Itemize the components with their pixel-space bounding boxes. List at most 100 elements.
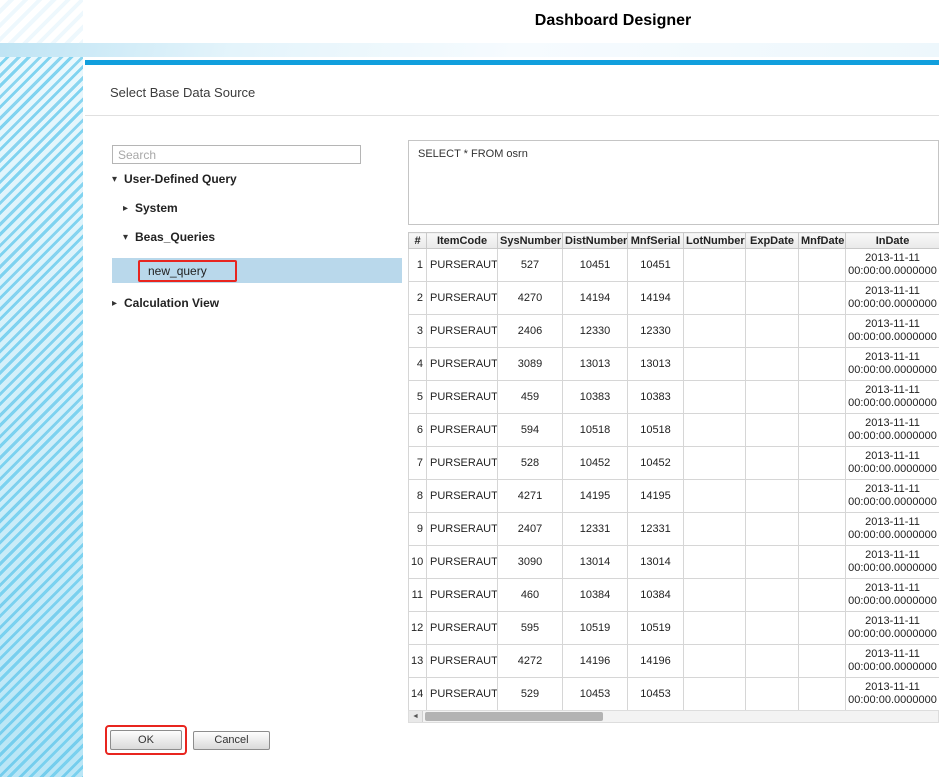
select-data-source-dialog: Select Base Data Source ▾User-Defined Qu… [85, 57, 939, 777]
table-cell [799, 414, 846, 447]
table-row[interactable]: 4PURSERAUTO308913013130132013-11-11 00:0… [409, 348, 939, 381]
table-cell: 13014 [563, 546, 628, 579]
table-cell: PURSERAUTO [427, 414, 498, 447]
table-cell [746, 546, 799, 579]
table-cell [799, 348, 846, 381]
table-cell: 10519 [628, 612, 684, 645]
table-cell: 13013 [628, 348, 684, 381]
table-cell: 10518 [628, 414, 684, 447]
chevron-right-icon[interactable]: ▸ [123, 203, 135, 214]
table-cell: 14195 [628, 480, 684, 513]
table-cell [684, 447, 746, 480]
table-cell: 14 [409, 678, 427, 711]
table-cell: PURSERAUTO [427, 645, 498, 678]
chevron-down-icon[interactable]: ▾ [112, 174, 124, 185]
table-cell [799, 315, 846, 348]
table-cell: 2013-11-11 00:00:00.0000000 [846, 612, 939, 645]
table-row[interactable]: 13PURSERAUTO427214196141962013-11-11 00:… [409, 645, 939, 678]
table-cell: 2407 [498, 513, 563, 546]
table-cell: 529 [498, 678, 563, 711]
table-cell [746, 678, 799, 711]
table-cell: 2013-11-11 00:00:00.0000000 [846, 414, 939, 447]
table-cell: 14196 [563, 645, 628, 678]
table-cell: PURSERAUTO [427, 381, 498, 414]
column-header: ExpDate [746, 233, 799, 249]
table-cell: 4271 [498, 480, 563, 513]
table-cell: 2013-11-11 00:00:00.0000000 [846, 645, 939, 678]
table-row[interactable]: 9PURSERAUTO240712331123312013-11-11 00:0… [409, 513, 939, 546]
tree-item-user-defined-query[interactable]: ▾User-Defined Query [112, 171, 402, 187]
tree-item-calculation-view[interactable]: ▸Calculation View [112, 295, 402, 311]
table-cell: 5 [409, 381, 427, 414]
table-cell: 11 [409, 579, 427, 612]
table-cell: 13014 [628, 546, 684, 579]
tree-item-beas-queries[interactable]: ▾Beas_Queries [112, 229, 402, 245]
table-cell: 10 [409, 546, 427, 579]
table-row[interactable]: 8PURSERAUTO427114195141952013-11-11 00:0… [409, 480, 939, 513]
table-cell: 2013-11-11 00:00:00.0000000 [846, 678, 939, 711]
table-row[interactable]: 12PURSERAUTO59510519105192013-11-11 00:0… [409, 612, 939, 645]
table-cell: 10451 [628, 249, 684, 282]
horizontal-scrollbar[interactable]: ◄ [408, 710, 939, 723]
table-row[interactable]: 11PURSERAUTO46010384103842013-11-11 00:0… [409, 579, 939, 612]
table-cell [684, 249, 746, 282]
table-cell: 3 [409, 315, 427, 348]
table-row[interactable]: 7PURSERAUTO52810452104522013-11-11 00:00… [409, 447, 939, 480]
table-cell [799, 282, 846, 315]
table-cell [684, 579, 746, 612]
scrollbar-left-arrow-icon[interactable]: ◄ [409, 711, 423, 722]
chevron-down-icon[interactable]: ▾ [123, 232, 135, 243]
table-cell [799, 612, 846, 645]
table-cell: 10453 [628, 678, 684, 711]
scrollbar-thumb[interactable] [425, 712, 603, 721]
sql-preview[interactable]: SELECT * FROM osrn [408, 140, 939, 225]
table-cell [684, 381, 746, 414]
table-cell [746, 645, 799, 678]
data-source-tree: ▾User-Defined Query ▸System ▾Beas_Queriesn… [112, 171, 402, 324]
table-cell: 7 [409, 447, 427, 480]
table-cell: 14194 [628, 282, 684, 315]
table-cell: 12331 [563, 513, 628, 546]
table-cell [799, 645, 846, 678]
table-cell: PURSERAUTO [427, 678, 498, 711]
cancel-button[interactable]: Cancel [193, 731, 270, 750]
data-preview-table: #ItemCodeSysNumberDistNumberMnfSerialLot… [408, 232, 939, 711]
table-cell: PURSERAUTO [427, 612, 498, 645]
tree-item-new-query[interactable]: new_query [112, 258, 402, 283]
table-row[interactable]: 10PURSERAUTO309013014130142013-11-11 00:… [409, 546, 939, 579]
table-cell: 12330 [628, 315, 684, 348]
table-cell [799, 678, 846, 711]
table-cell [746, 282, 799, 315]
table-cell: 12330 [563, 315, 628, 348]
table-cell: PURSERAUTO [427, 348, 498, 381]
table-row[interactable]: 1PURSERAUTO52710451104512013-11-11 00:00… [409, 249, 939, 282]
table-cell: 14194 [563, 282, 628, 315]
table-row[interactable]: 5PURSERAUTO45910383103832013-11-11 00:00… [409, 381, 939, 414]
table-cell: 2013-11-11 00:00:00.0000000 [846, 315, 939, 348]
decorative-stripes [0, 57, 83, 777]
table-cell: 10452 [563, 447, 628, 480]
data-preview-table-wrap: #ItemCodeSysNumberDistNumberMnfSerialLot… [408, 232, 939, 711]
table-cell: 10453 [563, 678, 628, 711]
screen: Dashboard Designer Select Base Data Sour… [0, 0, 939, 777]
tree-item-system[interactable]: ▸System [112, 200, 402, 216]
table-cell [746, 249, 799, 282]
column-header: # [409, 233, 427, 249]
table-cell: 14196 [628, 645, 684, 678]
chevron-right-icon[interactable]: ▸ [112, 298, 124, 309]
table-cell: 2013-11-11 00:00:00.0000000 [846, 513, 939, 546]
ok-button[interactable]: OK [110, 730, 182, 750]
tree-item-label: Calculation View [124, 296, 219, 310]
table-cell [684, 612, 746, 645]
table-row[interactable]: 14PURSERAUTO52910453104532013-11-11 00:0… [409, 678, 939, 711]
table-row[interactable]: 2PURSERAUTO427014194141942013-11-11 00:0… [409, 282, 939, 315]
table-cell: PURSERAUTO [427, 480, 498, 513]
table-cell: 12331 [628, 513, 684, 546]
table-cell: 2013-11-11 00:00:00.0000000 [846, 282, 939, 315]
search-input[interactable] [112, 145, 361, 164]
table-row[interactable]: 6PURSERAUTO59410518105182013-11-11 00:00… [409, 414, 939, 447]
table-cell: PURSERAUTO [427, 579, 498, 612]
table-row[interactable]: 3PURSERAUTO240612330123302013-11-11 00:0… [409, 315, 939, 348]
table-cell: 12 [409, 612, 427, 645]
dialog-accent-bar [85, 60, 939, 65]
